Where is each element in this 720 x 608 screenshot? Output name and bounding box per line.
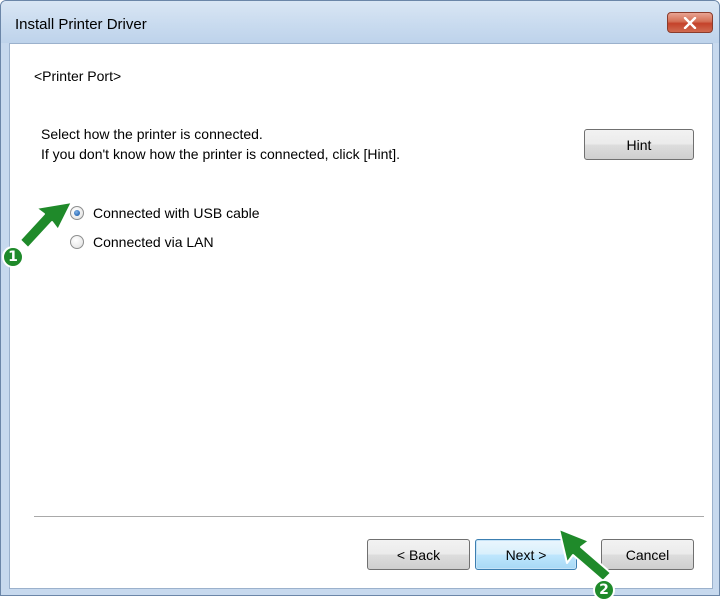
radio-label-usb: Connected with USB cable [93,205,260,221]
step-2-badge: 2 [593,579,615,601]
hint-button[interactable]: Hint [584,129,694,160]
close-icon [683,16,697,29]
step-1-annotation: 1 [0,190,80,280]
instruction-line-1: Select how the printer is connected. [41,126,263,142]
install-printer-driver-window: Install Printer Driver <Printer Port> Se… [0,0,720,596]
close-button[interactable] [667,12,713,33]
section-title: <Printer Port> [34,68,122,84]
dialog-body: <Printer Port> Select how the printer is… [9,43,713,589]
arrow-pointer-icon [558,528,612,582]
instruction-line-2: If you don't know how the printer is con… [41,146,401,162]
radio-option-usb[interactable]: Connected with USB cable [70,205,260,221]
back-button[interactable]: < Back [367,539,470,570]
footer-separator [34,516,704,518]
step-1-badge: 1 [2,246,24,268]
step-2-annotation: 2 [545,525,635,605]
title-bar[interactable]: Install Printer Driver [1,1,719,43]
window-title: Install Printer Driver [15,16,147,33]
radio-option-lan[interactable]: Connected via LAN [70,234,214,250]
radio-label-lan: Connected via LAN [93,234,214,250]
